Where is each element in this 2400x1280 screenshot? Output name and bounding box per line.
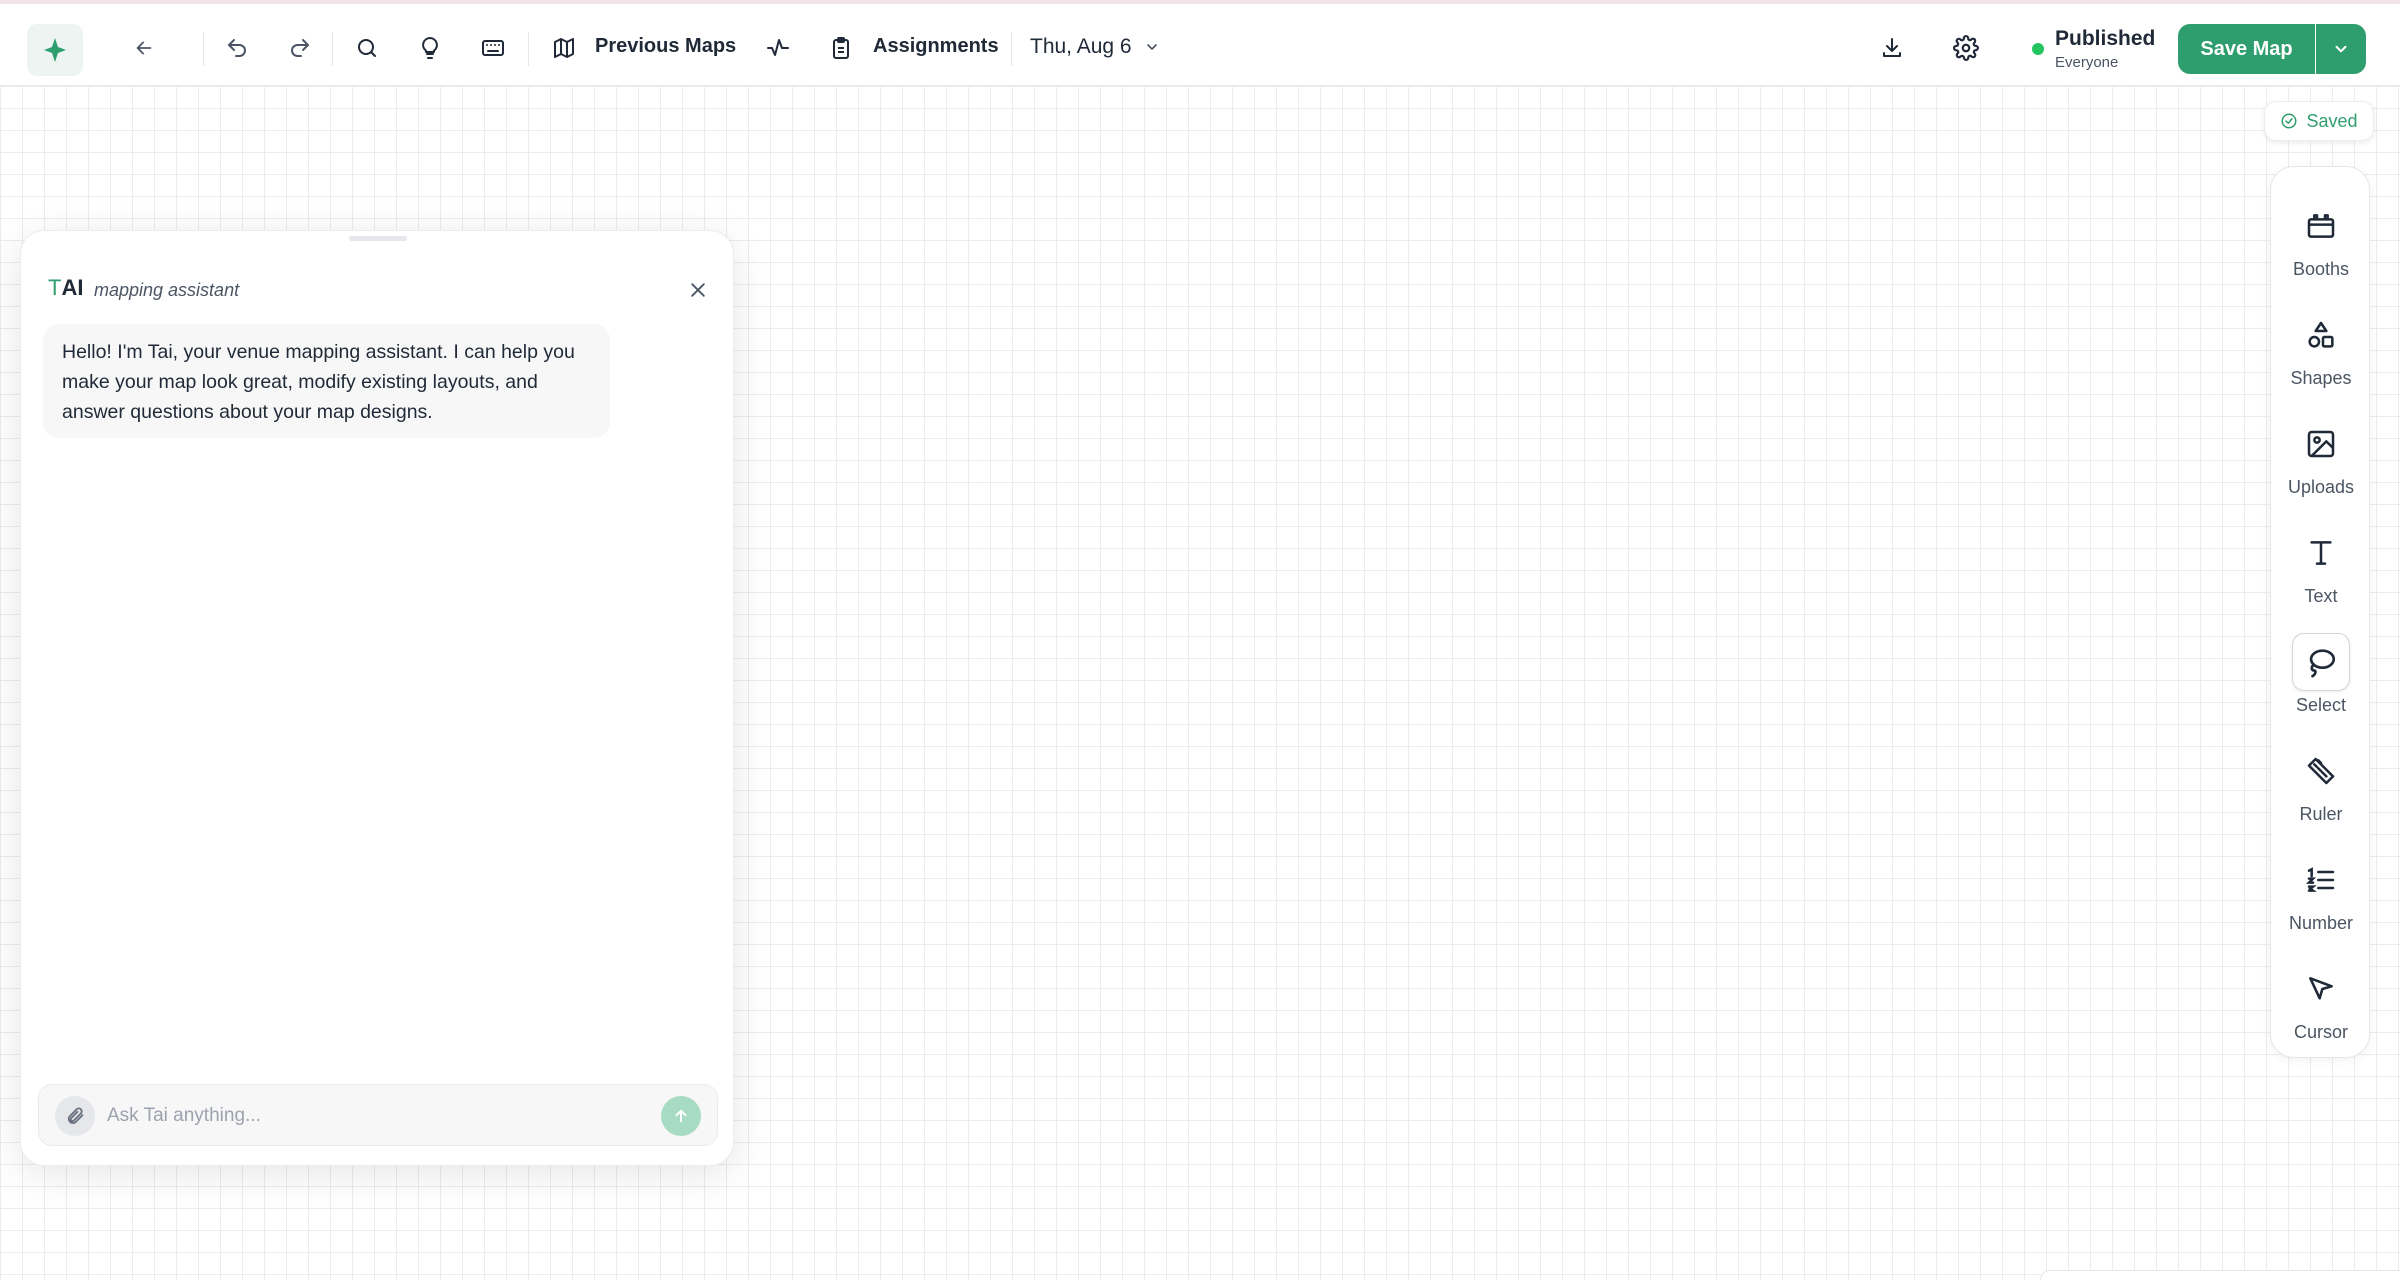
chevron-down-icon: [2335, 45, 2347, 53]
date-label: Thu, Aug 6: [1030, 35, 1132, 58]
settings-button[interactable]: [1946, 28, 1986, 68]
activity-button[interactable]: [758, 28, 798, 68]
tool-cursor[interactable]: Cursor: [2271, 960, 2371, 1060]
top-toolbar: Previous Maps Assignments Thu, Aug 6 Pub…: [0, 0, 2400, 86]
numbered-list-icon: [2292, 851, 2350, 909]
tool-label: Ruler: [2299, 804, 2343, 824]
assistant-logo: TAI: [48, 275, 83, 301]
tool-ruler[interactable]: Ruler: [2271, 742, 2371, 842]
download-button[interactable]: [1872, 28, 1912, 68]
tool-shapes[interactable]: Shapes: [2271, 306, 2371, 406]
check-circle-icon: [2281, 113, 2297, 129]
undo-button[interactable]: [217, 28, 257, 68]
assistant-chat-panel: TAI mapping assistant Hello! I'm Tai, yo…: [20, 230, 734, 1166]
tool-select[interactable]: Select: [2271, 633, 2371, 733]
lasso-icon: [2292, 633, 2350, 691]
sparkle-icon: [44, 38, 66, 62]
search-icon: [358, 39, 376, 57]
undo-icon: [228, 39, 246, 57]
assignments-icon-button[interactable]: [821, 28, 861, 68]
chat-composer: [38, 1084, 718, 1146]
tool-label: Shapes: [2290, 368, 2352, 388]
tool-label: Text: [2304, 586, 2338, 606]
previous-maps-icon-button[interactable]: [544, 28, 584, 68]
tool-palette: Booths Shapes Uploads Text Select Ruler: [2270, 166, 2370, 1058]
search-button[interactable]: [347, 28, 387, 68]
activity-icon: [767, 39, 789, 56]
drag-handle[interactable]: [349, 236, 407, 241]
download-icon: [1883, 38, 1901, 57]
divider: [332, 32, 333, 66]
minimap-edge: [2040, 1270, 2400, 1280]
arrow-up-icon: [675, 1109, 687, 1123]
tool-label: Select: [2295, 695, 2347, 715]
ruler-icon: [2292, 742, 2350, 800]
assistant-subtitle: mapping assistant: [94, 280, 240, 300]
close-chat-button[interactable]: [681, 273, 715, 307]
date-selector[interactable]: Thu, Aug 6: [1030, 35, 1160, 59]
tool-booths[interactable]: Booths: [2271, 197, 2371, 297]
redo-icon: [291, 39, 309, 57]
publish-status[interactable]: Published: [2055, 27, 2155, 51]
assistant-logo-prefix: T: [48, 275, 62, 300]
keyboard-shortcuts-button[interactable]: [473, 28, 513, 68]
lightbulb-icon: [422, 37, 438, 59]
back-button[interactable]: [124, 28, 164, 68]
tool-uploads[interactable]: Uploads: [2271, 415, 2371, 515]
attach-button[interactable]: [55, 1096, 95, 1136]
save-options-dropdown[interactable]: [2316, 24, 2366, 74]
close-icon: [691, 283, 705, 297]
send-button[interactable]: [661, 1096, 701, 1136]
tool-text[interactable]: Text: [2271, 524, 2371, 624]
booth-icon: [2292, 197, 2350, 255]
ideas-button[interactable]: [410, 28, 450, 68]
arrow-left-icon: [136, 41, 152, 55]
divider: [203, 32, 204, 66]
logo-button[interactable]: [27, 24, 83, 76]
clipboard-icon: [833, 37, 849, 59]
map-icon: [554, 38, 574, 58]
tool-number[interactable]: Number: [2271, 851, 2371, 951]
keyboard-icon: [482, 40, 504, 56]
saved-label: Saved: [2306, 110, 2358, 131]
chat-input[interactable]: [107, 1097, 627, 1135]
redo-button[interactable]: [280, 28, 320, 68]
image-icon: [2292, 415, 2350, 473]
save-map-button[interactable]: Save Map: [2178, 24, 2315, 74]
tool-label: Booths: [2292, 259, 2350, 279]
text-icon: [2292, 524, 2350, 582]
saved-indicator: Saved: [2264, 101, 2374, 141]
divider: [528, 32, 529, 66]
publish-audience: Everyone: [2055, 54, 2119, 71]
tool-label: Cursor: [2293, 1022, 2348, 1042]
assistant-message: Hello! I'm Tai, your venue mapping assis…: [43, 324, 610, 438]
tool-label: Uploads: [2287, 477, 2355, 497]
cursor-icon: [2292, 960, 2350, 1018]
assistant-logo-text: AI: [61, 275, 84, 300]
chevron-down-icon: [1146, 44, 1157, 50]
paperclip-icon: [67, 1107, 84, 1124]
shapes-icon: [2292, 306, 2350, 364]
published-status-dot: [2032, 43, 2044, 55]
assignments-button[interactable]: Assignments: [873, 35, 999, 58]
tool-label: Number: [2288, 913, 2354, 933]
previous-maps-button[interactable]: Previous Maps: [595, 35, 736, 58]
gear-icon: [1953, 35, 1979, 61]
divider: [1011, 32, 1012, 66]
